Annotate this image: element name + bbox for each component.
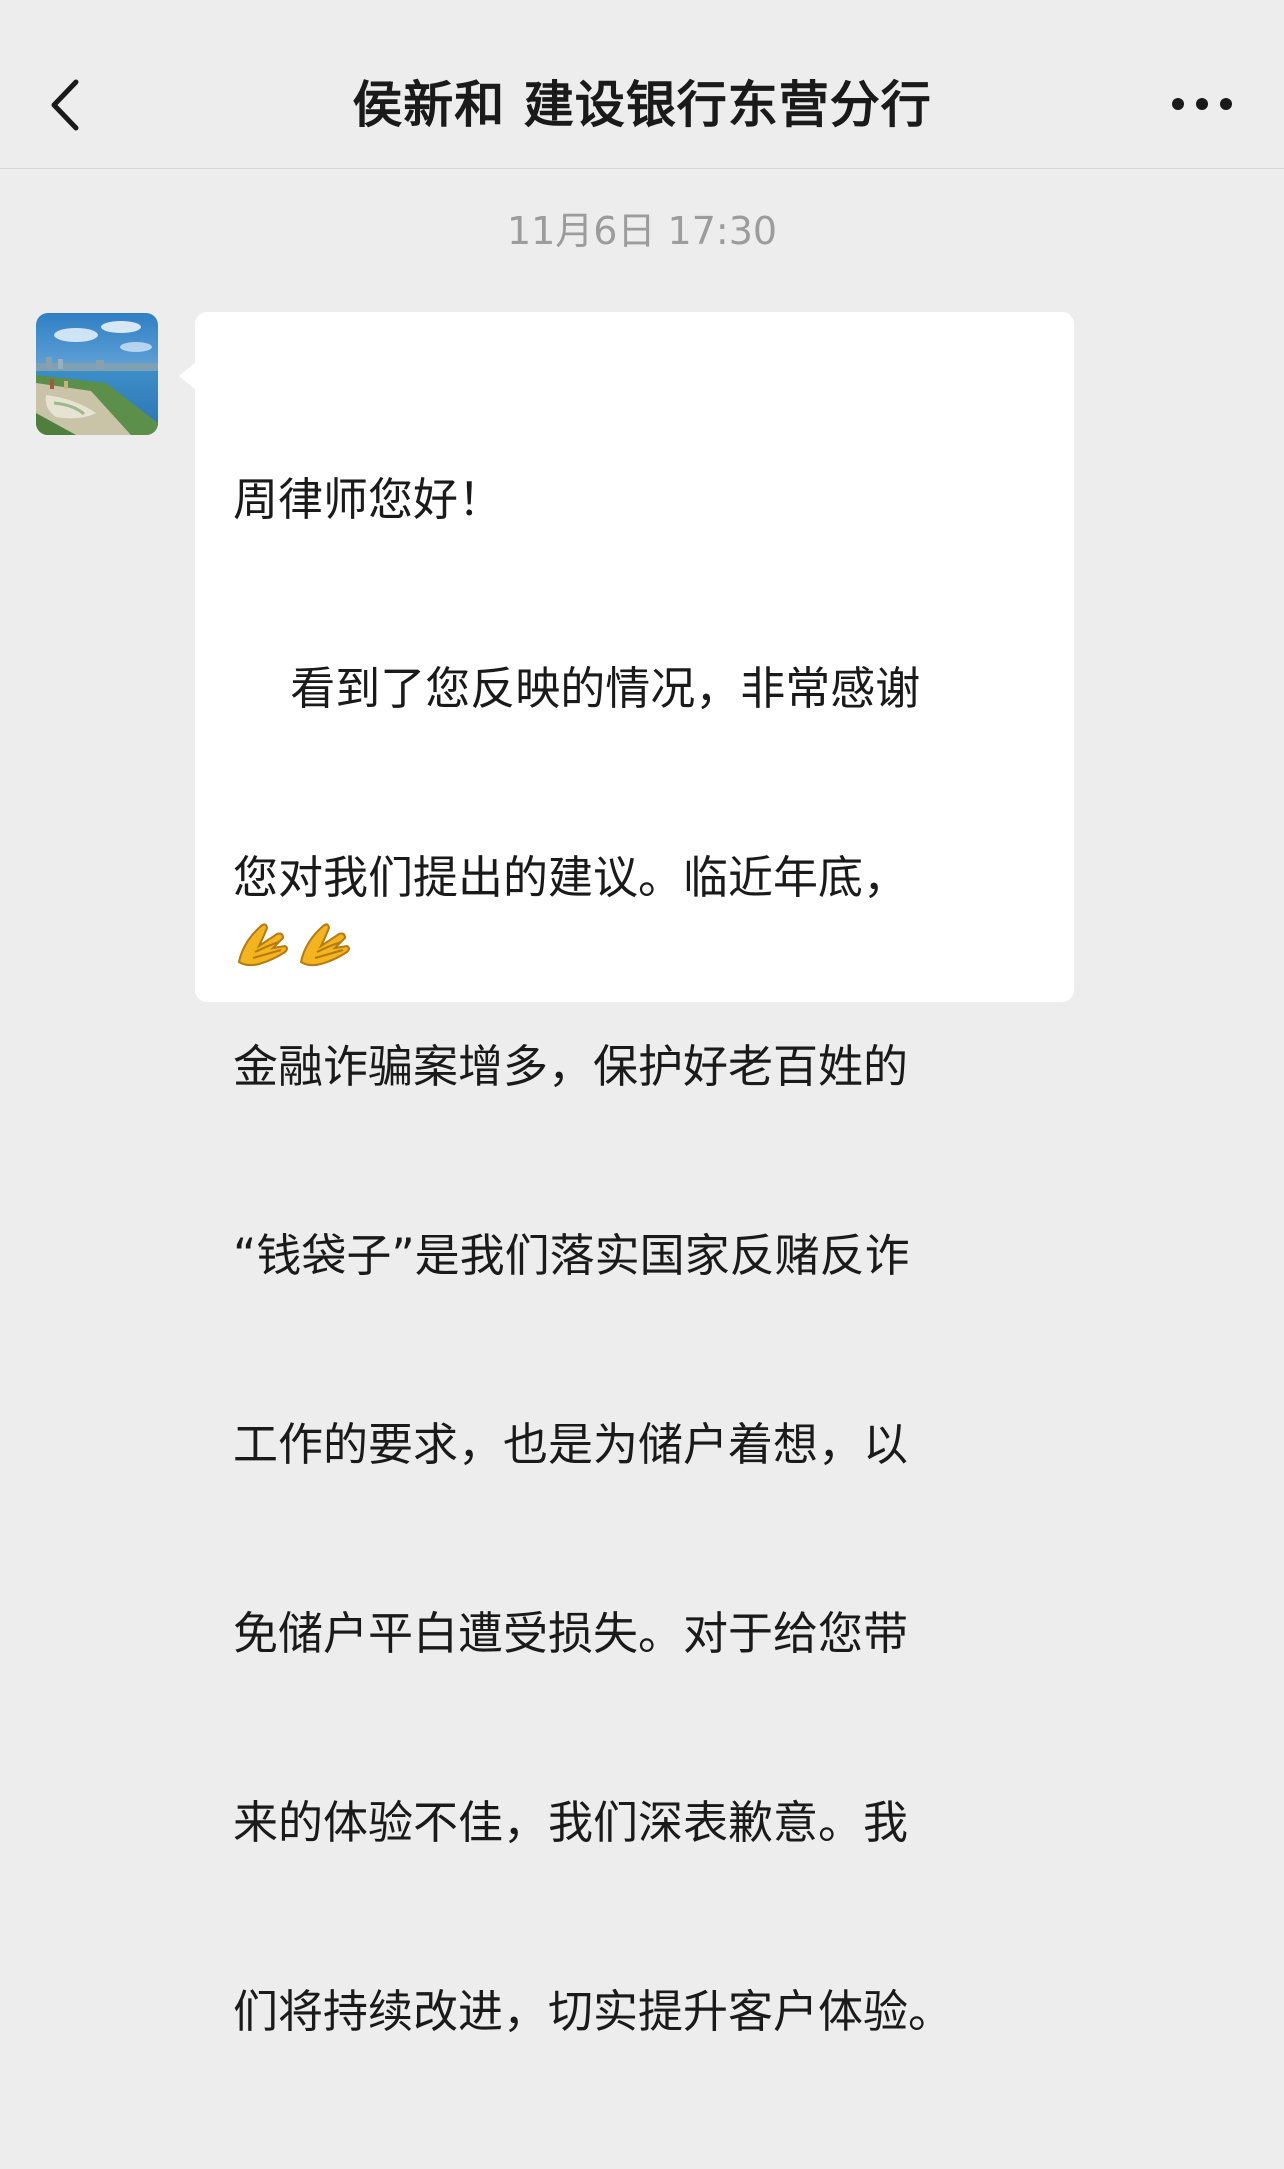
message-line: 周律师您好！ bbox=[233, 473, 504, 526]
message-line: 工作的要求，也是为储户着想，以 bbox=[233, 1418, 909, 1471]
message-line: 看到了您反映的情况，非常感谢 bbox=[233, 662, 921, 715]
emoji-row bbox=[233, 912, 355, 974]
message-bubble[interactable]: 周律师您好！ 看到了您反映的情况，非常感谢 您对我们提出的建议。临近年底， 金融… bbox=[179, 312, 1074, 2038]
message-line: 您对我们提出的建议。临近年底， bbox=[233, 851, 909, 904]
folded-hands-emoji-icon bbox=[299, 923, 350, 967]
bubble-tail bbox=[179, 362, 196, 390]
message-line: 来的体验不佳，我们深表歉意。我 bbox=[233, 1796, 909, 1849]
message-line: “钱袋子”是我们落实国家反赌反诈 bbox=[233, 1229, 910, 1282]
more-options-button[interactable] bbox=[1164, 82, 1240, 126]
message-line: 免储户平白遭受损失。对于给您带 bbox=[233, 1607, 909, 1660]
city-waterfront-photo bbox=[36, 313, 158, 435]
chat-header: 侯新和 建设银行东营分行 bbox=[0, 0, 1284, 169]
message-line: 金融诈骗案增多，保护好老百姓的 bbox=[233, 1040, 909, 1093]
chat-title: 侯新和 建设银行东营分行 bbox=[352, 76, 932, 134]
folded-hands-emoji-icon bbox=[237, 923, 288, 967]
message-timestamp: 11月6日 17:30 bbox=[506, 209, 778, 253]
message-line: 们将持续改进，切实提升客户体验。 bbox=[233, 1985, 954, 2038]
sender-avatar[interactable] bbox=[36, 313, 158, 435]
message-text: 周律师您好！ 看到了您反映的情况，非常感谢 您对我们提出的建议。临近年底， 金融… bbox=[233, 342, 1053, 2169]
ellipsis-icon bbox=[1172, 98, 1232, 110]
